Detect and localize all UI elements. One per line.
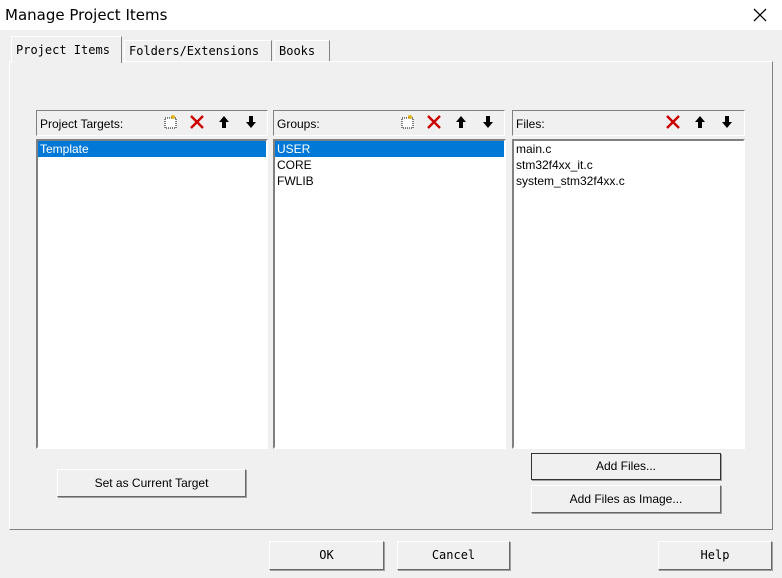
new-item-icon — [159, 114, 180, 130]
close-icon[interactable] — [746, 0, 774, 30]
new-item-icon — [396, 114, 417, 130]
move-up-icon — [689, 114, 710, 130]
groups-list[interactable]: USER CORE FWLIB — [273, 139, 506, 449]
delete-file-button[interactable] — [662, 113, 683, 133]
tab-project-items[interactable]: Project Items — [11, 36, 122, 63]
tab-label: Folders/Extensions — [129, 44, 260, 58]
list-item[interactable]: USER — [275, 141, 504, 157]
move-up-icon — [450, 114, 471, 130]
window-title: Manage Project Items — [5, 6, 168, 24]
targets-list[interactable]: Template — [36, 139, 268, 449]
targets-header: Project Targets: — [36, 110, 268, 136]
list-item[interactable]: Template — [38, 141, 266, 157]
move-target-down-button[interactable] — [240, 113, 261, 133]
list-item[interactable]: system_stm32f4xx.c — [514, 173, 743, 189]
files-list[interactable]: main.c stm32f4xx_it.c system_stm32f4xx.c — [512, 139, 745, 449]
delete-group-button[interactable] — [423, 113, 444, 133]
move-down-icon — [240, 114, 261, 130]
new-group-button[interactable] — [396, 113, 417, 133]
move-up-icon — [213, 114, 234, 130]
groups-header: Groups: — [273, 110, 505, 136]
tab-label: Books — [279, 44, 316, 58]
new-target-button[interactable] — [159, 113, 180, 133]
add-files-as-image-button[interactable]: Add Files as Image... — [531, 485, 721, 513]
add-files-button[interactable]: Add Files... — [531, 453, 721, 480]
move-down-icon — [716, 114, 737, 130]
list-item[interactable]: FWLIB — [275, 173, 504, 189]
move-target-up-button[interactable] — [213, 113, 234, 133]
tab-books[interactable]: Books — [274, 40, 330, 62]
move-group-down-button[interactable] — [477, 113, 498, 133]
delete-target-button[interactable] — [186, 113, 207, 133]
move-file-up-button[interactable] — [689, 113, 710, 133]
groups-label: Groups: — [277, 117, 320, 131]
delete-icon — [423, 114, 444, 130]
move-group-up-button[interactable] — [450, 113, 471, 133]
targets-label: Project Targets: — [40, 117, 124, 131]
move-down-icon — [477, 114, 498, 130]
cancel-button[interactable]: Cancel — [397, 541, 510, 570]
list-item[interactable]: CORE — [275, 157, 504, 173]
delete-icon — [186, 114, 207, 130]
list-item[interactable]: stm32f4xx_it.c — [514, 157, 743, 173]
help-button[interactable]: Help — [658, 541, 772, 570]
files-header: Files: — [512, 110, 745, 136]
ok-button[interactable]: OK — [269, 541, 384, 570]
files-label: Files: — [516, 117, 545, 131]
set-current-target-button[interactable]: Set as Current Target — [57, 469, 246, 497]
delete-icon — [662, 114, 683, 130]
move-file-down-button[interactable] — [716, 113, 737, 133]
tab-folders-extensions[interactable]: Folders/Extensions — [124, 40, 272, 62]
list-item[interactable]: main.c — [514, 141, 743, 157]
tab-label: Project Items — [16, 43, 110, 57]
